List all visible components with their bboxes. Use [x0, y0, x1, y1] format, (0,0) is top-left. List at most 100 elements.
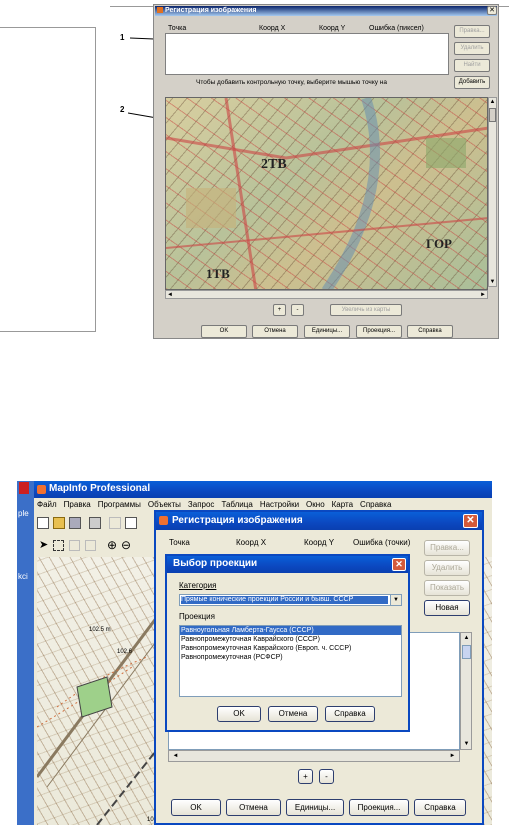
- reg-cancel-button[interactable]: Отмена: [226, 799, 281, 816]
- proj-help-button[interactable]: Справка: [325, 706, 375, 722]
- help-button[interactable]: Справка: [407, 325, 453, 338]
- menu-table[interactable]: Таблица: [221, 500, 252, 509]
- reg-zoom-out-button[interactable]: -: [319, 769, 334, 784]
- scroll-up-icon[interactable]: ▲: [462, 634, 471, 642]
- dialog-title: Регистрация изображения: [165, 7, 257, 14]
- scroll-up-icon[interactable]: ▲: [489, 98, 496, 106]
- menu-objects[interactable]: Объекты: [148, 500, 181, 509]
- edit-button[interactable]: Правка...: [454, 25, 490, 38]
- reg-col-x: Коорд X: [236, 538, 267, 547]
- select-arrow-icon[interactable]: ➤: [39, 538, 48, 551]
- reg-dialog-titlebar: Регистрация изображения: [156, 512, 482, 530]
- marquee-icon[interactable]: [53, 540, 64, 551]
- reg-dialog-title: Регистрация изображения: [172, 515, 303, 526]
- delete-button[interactable]: Удалить: [454, 42, 490, 55]
- copy-icon[interactable]: [125, 517, 137, 529]
- list-item[interactable]: Равнопромежуточная (РСФСР): [180, 653, 401, 662]
- reg-units-button[interactable]: Единицы...: [286, 799, 344, 816]
- cancel-button[interactable]: Отмена: [252, 325, 298, 338]
- proj-ok-button[interactable]: OK: [217, 706, 261, 722]
- left-panel-frame: [0, 27, 96, 332]
- polygon-select-icon[interactable]: [85, 540, 96, 551]
- menu-programs[interactable]: Программы: [98, 500, 141, 509]
- zoom-out-icon[interactable]: ⊖: [121, 538, 131, 552]
- reg-ok-button[interactable]: OK: [171, 799, 221, 816]
- zoom-out-button[interactable]: -: [291, 304, 304, 316]
- svg-text:1ТВ: 1ТВ: [206, 266, 230, 281]
- show-map-button[interactable]: Увеличь из карты: [330, 304, 402, 316]
- close-icon[interactable]: ✕: [463, 514, 478, 528]
- col-header-x: Коорд X: [259, 25, 286, 32]
- menu-edit[interactable]: Правка: [64, 500, 91, 509]
- scroll-thumb[interactable]: [462, 645, 471, 659]
- scroll-thumb[interactable]: [489, 108, 496, 122]
- menu-map[interactable]: Карта: [332, 500, 353, 509]
- reg-hscroll[interactable]: ◄ ►: [168, 750, 460, 762]
- chevron-down-icon[interactable]: ▼: [390, 595, 401, 605]
- reg-new-button[interactable]: Новая: [424, 600, 470, 616]
- scroll-down-icon[interactable]: ▼: [489, 278, 496, 286]
- left-desktop-icon: [19, 482, 29, 494]
- dialog-app-icon: [157, 7, 163, 13]
- category-selected-value: Прямые конические проекции России и бывш…: [181, 596, 388, 604]
- projection-label: Проекция: [179, 612, 215, 621]
- map-hscroll[interactable]: ◄ ►: [165, 290, 488, 299]
- scroll-left-icon[interactable]: ◄: [166, 291, 174, 299]
- zoom-in-button[interactable]: +: [273, 304, 286, 316]
- cut-icon[interactable]: [109, 517, 121, 529]
- close-icon[interactable]: ✕: [392, 558, 406, 571]
- new-icon[interactable]: [37, 517, 49, 529]
- menu-window[interactable]: Окно: [306, 500, 325, 509]
- units-button[interactable]: Единицы...: [304, 325, 350, 338]
- print-icon[interactable]: [89, 517, 101, 529]
- reg-col-y: Коорд Y: [304, 538, 335, 547]
- proj-dialog: Выбор проекции ✕ Категория Прямые кониче…: [165, 554, 410, 732]
- col-header-point: Точка: [168, 25, 187, 32]
- reg-help-button[interactable]: Справка: [414, 799, 466, 816]
- reg-vscroll[interactable]: ▲ ▼: [460, 632, 472, 750]
- points-table[interactable]: [165, 33, 449, 75]
- dialog-titlebar: Регистрация изображения: [155, 6, 497, 16]
- reg-edit-button[interactable]: Правка...: [424, 540, 470, 556]
- reg-delete-button[interactable]: Удалить: [424, 560, 470, 576]
- map-image[interactable]: 2ТВ ГОР 1ТВ: [165, 97, 488, 290]
- callout-1: 1: [120, 33, 125, 42]
- scroll-right-icon[interactable]: ►: [448, 752, 457, 760]
- zoom-in-icon[interactable]: ⊕: [107, 538, 117, 552]
- scroll-right-icon[interactable]: ►: [479, 291, 487, 299]
- menu-settings[interactable]: Настройки: [260, 500, 299, 509]
- scroll-left-icon[interactable]: ◄: [171, 752, 180, 760]
- list-item[interactable]: Равнопромежуточная Каврайского (Европ. ч…: [180, 644, 401, 653]
- mapinfo-window: ple kci MapInfo Professional Файл Правка П…: [17, 481, 492, 825]
- projection-list[interactable]: Равноугольная Ламберта-Гаусса (СССР) Рав…: [179, 625, 402, 697]
- menu-query[interactable]: Запрос: [188, 500, 215, 509]
- open-icon[interactable]: [53, 517, 65, 529]
- list-item[interactable]: Равноугольная Ламберта-Гаусса (СССР): [180, 626, 401, 635]
- list-item[interactable]: Равнопромежуточная Каврайского (СССР): [180, 635, 401, 644]
- add-button[interactable]: Добавить: [454, 76, 490, 89]
- reg-zoom-in-button[interactable]: +: [298, 769, 313, 784]
- close-icon[interactable]: ✕: [487, 6, 497, 15]
- menu-file[interactable]: Файл: [37, 500, 57, 509]
- map-streets: 2ТВ ГОР 1ТВ: [166, 98, 487, 289]
- reg-dialog-icon: [159, 516, 168, 525]
- proj-dialog-titlebar: Выбор проекции: [167, 556, 408, 573]
- save-icon[interactable]: [69, 517, 81, 529]
- ok-button[interactable]: OK: [201, 325, 247, 338]
- svg-text:2ТВ: 2ТВ: [261, 157, 287, 172]
- map-label-2: 102,6: [117, 649, 133, 655]
- map-vscroll[interactable]: ▲ ▼: [488, 97, 497, 287]
- scroll-down-icon[interactable]: ▼: [462, 740, 471, 748]
- projection-button[interactable]: Проекция...: [356, 325, 402, 338]
- hint-text: Чтобы добавить контрольную точку, выбери…: [196, 79, 388, 86]
- reg-show-button[interactable]: Показать: [424, 580, 470, 596]
- find-button[interactable]: Найти: [454, 59, 490, 72]
- category-select[interactable]: Прямые конические проекции России и бывш…: [179, 594, 402, 606]
- left-fragment-2: kci: [18, 572, 28, 581]
- proj-cancel-button[interactable]: Отмена: [268, 706, 318, 722]
- radius-icon[interactable]: [69, 540, 80, 551]
- menu-help[interactable]: Справка: [360, 500, 391, 509]
- app-icon: [37, 485, 46, 494]
- reg-projection-button[interactable]: Проекция...: [349, 799, 409, 816]
- category-label: Категория: [179, 581, 217, 590]
